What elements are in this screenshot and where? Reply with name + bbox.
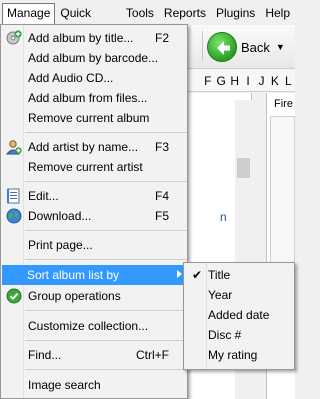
submenu-arrow-icon [177, 270, 182, 278]
alpha-letter[interactable]: K [268, 74, 281, 88]
menu-separator [25, 340, 187, 341]
menu-separator [25, 310, 187, 311]
menu-item-find[interactable]: Find... Ctrl+F [3, 345, 185, 365]
menu-item-image-search[interactable]: Image search [3, 375, 185, 395]
menu-separator [25, 181, 187, 182]
menu-item-label: Add album by barcode... [28, 51, 159, 65]
menu-separator [25, 259, 187, 260]
menu-item-edit[interactable]: Edit... F4 [3, 186, 185, 206]
menu-item-download[interactable]: Download... F5 [3, 206, 185, 226]
menu-item-add-album-from-files[interactable]: Add album from files... [3, 88, 185, 108]
menu-item-group-operations[interactable]: Group operations [3, 286, 185, 306]
menu-item-add-audio-cd[interactable]: Add Audio CD... [3, 68, 185, 88]
alpha-letter[interactable]: F [201, 74, 214, 88]
manage-menu: Add album by title... F2 Add album by ba… [0, 24, 188, 399]
menu-item-shortcut: F5 [154, 209, 169, 223]
menu-item-label: Remove current album [28, 111, 150, 125]
menu-item-label: Add artist by name... [28, 140, 139, 154]
menu-quick-filter[interactable]: Quick filter [55, 3, 121, 40]
alpha-letter[interactable]: H [228, 74, 241, 88]
menu-item-remove-current-artist[interactable]: Remove current artist [3, 157, 185, 177]
chevron-down-icon[interactable]: ▼ [276, 42, 285, 52]
menu-help[interactable]: Help [260, 3, 295, 23]
menu-item-label: Group operations [28, 289, 121, 303]
menu-item-label: Add album from files... [28, 91, 148, 105]
menu-item-label: Add album by title... [28, 31, 134, 45]
sort-option-label: Disc # [208, 328, 242, 342]
scrollbar-thumb[interactable] [237, 158, 250, 178]
menu-item-shortcut: F3 [154, 140, 169, 154]
menu-separator [25, 132, 187, 133]
back-arrow-icon [207, 32, 237, 62]
menu-item-label: Find... [28, 348, 62, 362]
album-link[interactable]: n [220, 210, 227, 224]
menu-item-label: Download... [28, 209, 92, 223]
menu-item-label: Customize collection... [28, 319, 149, 333]
edit-icon [6, 188, 22, 204]
add-album-icon [6, 30, 22, 46]
menu-item-add-album-by-barcode[interactable]: Add album by barcode... [3, 48, 185, 68]
sort-option-label: Added date [208, 308, 270, 322]
menu-item-add-artist-by-name[interactable]: Add artist by name... F3 [3, 137, 185, 157]
menu-separator [25, 369, 187, 370]
details-tab[interactable]: Fire [274, 98, 293, 110]
sort-submenu: ✔ Title Year Added date Disc # My rating [183, 262, 295, 370]
sort-option-label: Title [208, 268, 231, 282]
sort-option-my-rating[interactable]: My rating [186, 345, 292, 365]
alpha-letter[interactable]: I [241, 74, 254, 88]
globe-icon [6, 208, 22, 224]
menu-separator [25, 230, 187, 231]
menu-bar: Manage Quick filter Tools Reports Plugin… [0, 0, 295, 40]
checkmark-icon: ✔ [192, 268, 203, 282]
menu-item-label: Image search [28, 378, 101, 392]
back-button[interactable]: Back ▼ [207, 31, 285, 63]
menu-item-label: Remove current artist [28, 160, 143, 174]
menu-item-shortcut: F4 [154, 189, 169, 203]
back-label: Back [241, 39, 270, 55]
menu-item-label: Sort album list by [27, 268, 120, 282]
sort-option-title[interactable]: ✔ Title [186, 265, 292, 285]
sort-option-disc[interactable]: Disc # [186, 325, 292, 345]
menu-tools[interactable]: Tools [121, 3, 159, 23]
menu-reports[interactable]: Reports [159, 3, 211, 23]
menu-item-label: Add Audio CD... [28, 71, 114, 85]
sort-option-year[interactable]: Year [186, 285, 292, 305]
menu-item-shortcut: Ctrl+F [136, 348, 169, 362]
alpha-letter[interactable]: L [282, 74, 295, 88]
sort-option-label: My rating [208, 348, 258, 362]
menu-item-print-page[interactable]: Print page... [3, 235, 185, 255]
menu-manage[interactable]: Manage [2, 2, 56, 25]
menu-item-shortcut: F2 [154, 31, 169, 45]
menu-item-label: Print page... [28, 238, 93, 252]
sort-option-label: Year [208, 288, 233, 302]
add-artist-icon [5, 139, 22, 155]
details-panel [270, 116, 295, 266]
check-circle-icon [6, 288, 22, 304]
menu-item-customize-collection[interactable]: Customize collection... [3, 316, 185, 336]
alphabet-bar: F G H I J K L [186, 70, 295, 92]
menu-item-add-album-by-title[interactable]: Add album by title... F2 [3, 28, 185, 48]
menu-item-remove-current-album[interactable]: Remove current album [3, 108, 185, 128]
sort-option-added-date[interactable]: Added date [186, 305, 292, 325]
toolbar-separator [202, 31, 203, 61]
menu-plugins[interactable]: Plugins [211, 3, 260, 23]
menu-item-label: Edit... [28, 189, 59, 203]
menu-item-sort-album-list[interactable]: Sort album list by [2, 265, 188, 285]
alpha-letter[interactable]: G [215, 74, 228, 88]
alpha-letter[interactable]: J [255, 74, 268, 88]
